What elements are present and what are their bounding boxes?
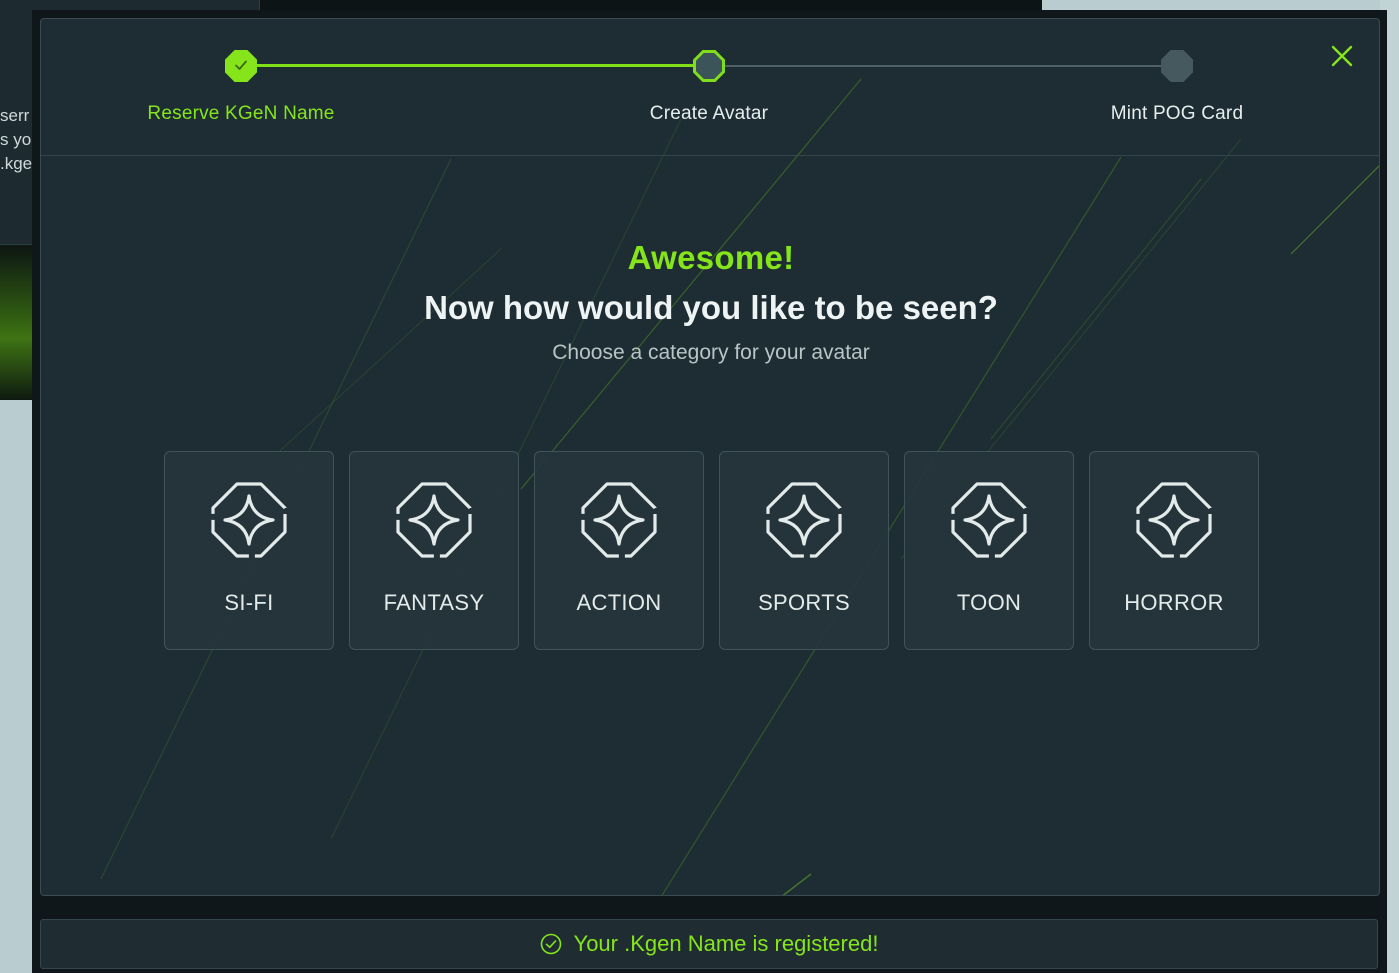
close-icon <box>1331 45 1353 67</box>
stepper-track-upcoming <box>709 65 1179 67</box>
category-label: FANTASY <box>383 590 485 615</box>
stepper-track-completed <box>255 64 709 67</box>
category-list: SI-FI FANTASY ACTION SPORTS TOON HORROR <box>164 451 1264 651</box>
background-lower <box>0 400 32 973</box>
step-3-label: Mint POG Card <box>1110 103 1244 124</box>
progress-stepper: Reserve KGeN Name Create Avatar Mint POG… <box>41 19 1379 156</box>
category-label: TOON <box>956 590 1022 615</box>
sparkle-octagon-icon <box>581 482 657 558</box>
hero-heading: Awesome! <box>627 239 795 276</box>
success-toast: Your .Kgen Name is registered! <box>40 919 1378 969</box>
category-card-action[interactable]: ACTION <box>534 451 704 650</box>
sparkle-octagon-icon <box>951 482 1027 558</box>
step-3-node <box>1161 50 1193 82</box>
hero-question: Now how would you like to be seen? <box>424 289 998 326</box>
step-1-node <box>225 50 257 82</box>
sparkle-octagon-icon <box>1136 482 1212 558</box>
category-card-toon[interactable]: TOON <box>904 451 1074 650</box>
category-card-horror[interactable]: HORROR <box>1089 451 1259 650</box>
step-1-label: Reserve KGeN Name <box>147 103 335 124</box>
step-2-label: Create Avatar <box>649 103 769 124</box>
toast-message: Your .Kgen Name is registered! <box>573 931 879 956</box>
step-2-node-fill <box>696 53 722 79</box>
category-card-sifi[interactable]: SI-FI <box>164 451 334 650</box>
background-partial-text: serr s yo .kge <box>0 106 33 173</box>
hero-subtitle: Choose a category for your avatar <box>552 341 870 364</box>
sparkle-octagon-icon <box>396 482 472 558</box>
hero-section: Awesome! Now how would you like to be se… <box>41 239 1379 365</box>
avatar-category-modal: Reserve KGeN Name Create Avatar Mint POG… <box>40 18 1380 896</box>
category-card-sports[interactable]: SPORTS <box>719 451 889 650</box>
check-icon <box>235 60 247 70</box>
category-label: SPORTS <box>758 590 850 615</box>
close-button[interactable] <box>1327 41 1357 71</box>
category-label: HORROR <box>1124 590 1224 615</box>
check-circle-icon <box>540 933 561 955</box>
sparkle-octagon-icon <box>211 482 287 558</box>
category-label: ACTION <box>576 590 662 615</box>
sparkle-octagon-icon <box>766 482 842 558</box>
category-label: SI-FI <box>224 590 274 615</box>
category-card-fantasy[interactable]: FANTASY <box>349 451 519 650</box>
step-2-node <box>693 50 725 82</box>
